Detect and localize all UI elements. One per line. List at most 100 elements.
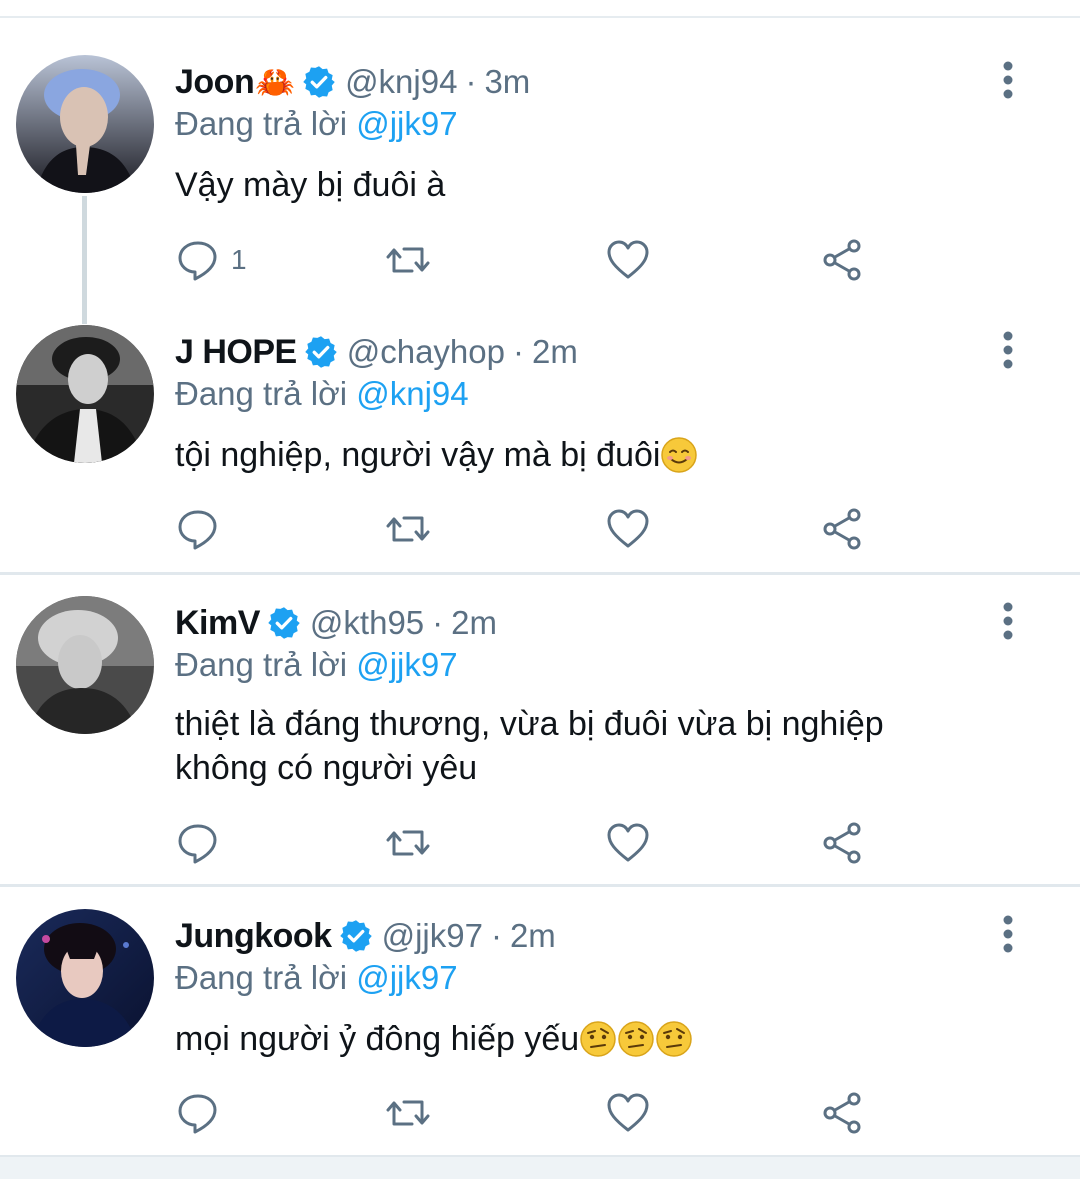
avatar[interactable] <box>16 55 154 193</box>
separator-dot: · <box>432 604 444 641</box>
reply-button[interactable] <box>175 506 221 552</box>
tweet-text-content: Vậy mày bị đuôi à <box>175 166 446 204</box>
reply-mention-link[interactable]: @jjk97 <box>356 646 457 683</box>
handle[interactable]: @chayhop <box>347 333 505 371</box>
tweet-actions <box>175 1090 875 1140</box>
heart-icon <box>607 240 649 279</box>
raised-eyebrow-icon <box>656 1021 692 1057</box>
retweet-button[interactable] <box>385 237 431 283</box>
bottom-divider <box>0 1155 1080 1179</box>
timestamp[interactable]: 3m <box>484 63 530 101</box>
retweet-button[interactable] <box>385 1090 431 1136</box>
replying-to: Đang trả lời @jjk97 <box>175 959 458 997</box>
share-icon <box>823 239 861 281</box>
more-options-icon[interactable] <box>990 60 1026 100</box>
replying-to: Đang trả lời @jjk97 <box>175 646 458 684</box>
reply-mention-link[interactable]: @jjk97 <box>356 959 457 996</box>
timestamp[interactable]: 2m <box>451 604 497 642</box>
reply-button[interactable]: 1 <box>175 237 247 283</box>
handle[interactable]: @knj94 <box>345 63 457 101</box>
reply-icon <box>178 1094 217 1134</box>
handle[interactable]: @jjk97 <box>382 917 483 955</box>
reply-icon <box>178 824 217 864</box>
timestamp[interactable]: 2m <box>510 917 556 955</box>
retweet-icon <box>386 247 430 273</box>
retweet-button[interactable] <box>385 506 431 552</box>
crab-emoji: 🦀 <box>255 64 296 100</box>
reply-icon <box>178 241 217 281</box>
replying-to-label: Đang trả lời <box>175 375 348 412</box>
timestamp[interactable]: 2m <box>532 333 578 371</box>
like-button[interactable] <box>605 820 651 866</box>
share-button[interactable] <box>820 1090 866 1136</box>
like-button[interactable] <box>605 1090 651 1136</box>
like-button[interactable] <box>605 237 651 283</box>
tweet-divider <box>0 884 1080 887</box>
reply-button[interactable] <box>175 1090 221 1136</box>
heart-icon <box>607 823 649 862</box>
share-icon <box>823 508 861 550</box>
replying-to-label: Đang trả lời <box>175 959 348 996</box>
verified-badge-icon <box>304 336 337 368</box>
reply-mention-link[interactable]: @jjk97 <box>356 105 457 142</box>
reply-mention-link[interactable]: @knj94 <box>356 375 468 412</box>
tweet-divider <box>0 572 1080 575</box>
tweet-header: Jungkook @jjk97 · 2m <box>175 911 556 961</box>
thread-connector <box>82 196 87 324</box>
more-options-icon[interactable] <box>990 330 1026 370</box>
handle[interactable]: @kth95 <box>310 604 424 642</box>
avatar[interactable] <box>16 909 154 1047</box>
tweet-actions <box>175 820 875 870</box>
avatar[interactable] <box>16 325 154 463</box>
tweet-text-line: thiệt là đáng thương, vừa bị đuôi vừa bị… <box>175 705 884 743</box>
reply-button[interactable] <box>175 820 221 866</box>
share-button[interactable] <box>820 506 866 552</box>
replying-to: Đang trả lời @jjk97 <box>175 105 458 143</box>
raised-eyebrow-icon <box>618 1021 654 1057</box>
retweet-button[interactable] <box>385 820 431 866</box>
avatar[interactable] <box>16 596 154 734</box>
smiling-face-icon <box>661 437 698 473</box>
replying-to-label: Đang trả lời <box>175 105 348 142</box>
more-options-icon[interactable] <box>990 914 1026 954</box>
retweet-icon <box>386 830 430 856</box>
verified-badge-icon <box>268 607 300 639</box>
verified-badge-icon <box>339 920 372 952</box>
tweet-actions: 1 <box>175 237 875 287</box>
display-name[interactable]: KimV <box>175 604 260 643</box>
separator-dot: · <box>512 333 524 370</box>
replying-to: Đang trả lời @knj94 <box>175 375 469 413</box>
separator-dot: · <box>490 917 502 954</box>
tweet-text: thiệt là đáng thương, vừa bị đuôi vừa bị… <box>175 702 1035 790</box>
tweet-text-content: mọi người ỷ đông hiếp yếu <box>175 1020 580 1058</box>
tweet-text-line: không có người yêu <box>175 749 478 787</box>
share-button[interactable] <box>820 237 866 283</box>
separator-dot: · <box>465 63 477 100</box>
tweet-header: Joon 🦀 @knj94 · 3m <box>175 57 530 107</box>
share-button[interactable] <box>820 820 866 866</box>
verified-badge-icon <box>303 66 335 98</box>
reply-icon <box>178 510 217 550</box>
top-divider <box>0 16 1080 18</box>
tweet-text: tội nghiệp, người vậy mà bị đuôi <box>175 433 1035 477</box>
tweet-text: mọi người ỷ đông hiếp yếu <box>175 1017 1035 1061</box>
more-options-icon[interactable] <box>990 601 1026 641</box>
replying-to-label: Đang trả lời <box>175 646 348 683</box>
tweet-text-content: tội nghiệp, người vậy mà bị đuôi <box>175 436 661 474</box>
like-button[interactable] <box>605 506 651 552</box>
display-name[interactable]: J HOPE <box>175 333 297 372</box>
reply-count: 1 <box>231 244 247 275</box>
tweet-actions <box>175 506 875 556</box>
raised-eyebrow-icon <box>580 1021 616 1057</box>
share-icon <box>823 822 861 864</box>
heart-icon <box>607 1093 649 1132</box>
share-icon <box>823 1092 861 1134</box>
tweet-header: J HOPE @chayhop · 2m <box>175 327 578 377</box>
retweet-icon <box>386 1100 430 1126</box>
display-name[interactable]: Jungkook <box>175 917 332 956</box>
heart-icon <box>607 509 649 548</box>
retweet-icon <box>386 516 430 542</box>
display-name[interactable]: Joon <box>175 63 255 102</box>
tweet-header: KimV @kth95 · 2m <box>175 598 497 648</box>
tweet-text: Vậy mày bị đuôi à <box>175 163 1035 207</box>
